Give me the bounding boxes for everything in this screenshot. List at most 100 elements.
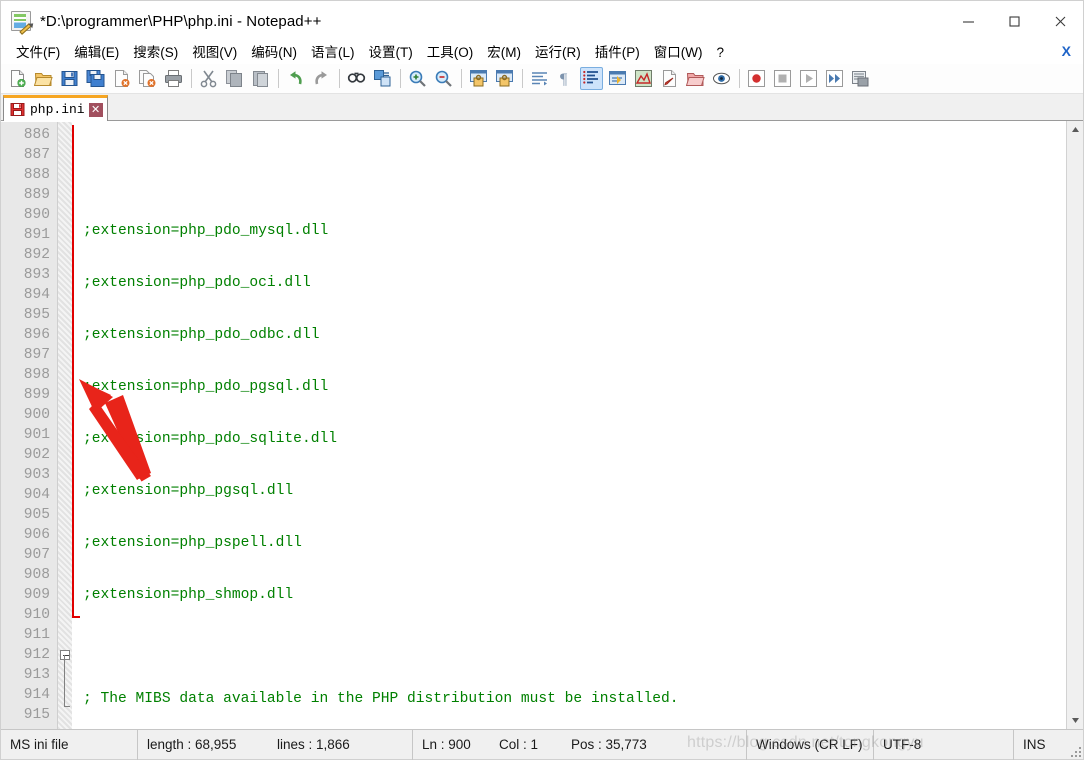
save-macro-icon[interactable] — [849, 67, 872, 90]
menu-label: 编码(N) — [251, 45, 297, 60]
toolbar-separator — [739, 69, 740, 88]
line-number: 896 — [1, 325, 57, 345]
function-list-icon[interactable] — [684, 67, 707, 90]
save-icon[interactable] — [58, 67, 81, 90]
scroll-down-icon[interactable] — [1067, 712, 1083, 729]
copy-icon[interactable] — [223, 67, 246, 90]
find-icon[interactable] — [345, 67, 368, 90]
zoom-in-icon[interactable] — [406, 67, 429, 90]
status-lines: lines : 1,866 — [268, 730, 413, 760]
close-icon[interactable] — [1037, 1, 1083, 41]
menu-item-tools[interactable]: 工具(O) — [420, 44, 481, 62]
line-number: 913 — [1, 665, 57, 685]
close-file-icon[interactable] — [110, 67, 133, 90]
toolbar: ¶ — [1, 64, 1083, 94]
close-all-documents-icon[interactable]: X — [1062, 43, 1071, 59]
menu-item-view[interactable]: 视图(V) — [185, 44, 244, 62]
fold-toggle-cli-server[interactable] — [58, 645, 72, 665]
menu-item-run[interactable]: 运行(R) — [528, 44, 588, 62]
window-title: *D:\programmer\PHP\php.ini - Notepad++ — [40, 13, 321, 30]
stop-macro-icon[interactable] — [771, 67, 794, 90]
menu-label: 窗口(W) — [654, 45, 703, 60]
status-insert-mode[interactable]: INS — [1014, 730, 1070, 760]
status-position: Pos : 35,773 — [562, 730, 747, 760]
menu-label: 宏(M) — [487, 45, 521, 60]
vertical-scrollbar[interactable] — [1066, 121, 1083, 729]
status-encoding[interactable]: UTF-8 — [874, 730, 1014, 760]
word-wrap-icon[interactable] — [528, 67, 551, 90]
line-number: 895 — [1, 305, 57, 325]
line-text: ;extension=php_pdo_pgsql.dll — [83, 379, 328, 395]
code-line: ;extension=php_pdo_sqlite.dll — [72, 429, 1066, 449]
menu-item-edit[interactable]: 编辑(E) — [67, 44, 126, 62]
document-map-icon[interactable] — [658, 67, 681, 90]
code-line: ;extension=php_pgsql.dll — [72, 481, 1066, 501]
line-text: ;extension=php_pdo_mysql.dll — [83, 223, 328, 239]
line-number: 900 — [1, 405, 57, 425]
indent-guide-icon[interactable] — [606, 67, 629, 90]
resize-grip[interactable] — [1068, 744, 1081, 757]
folder-as-workspace-icon[interactable] — [710, 67, 733, 90]
show-paragraph-icon[interactable]: ¶ — [554, 67, 577, 90]
open-file-icon[interactable] — [32, 67, 55, 90]
line-number: 892 — [1, 245, 57, 265]
code-content[interactable]: ;extension=php_pdo_mysql.dll ;extension=… — [72, 122, 1066, 729]
undo-icon[interactable] — [284, 67, 307, 90]
svg-text:¶: ¶ — [560, 71, 568, 88]
menu-label: 运行(R) — [535, 45, 581, 60]
new-file-icon[interactable] — [6, 67, 29, 90]
line-number: 899 — [1, 385, 57, 405]
maximize-icon[interactable] — [991, 1, 1037, 41]
status-eol-format[interactable]: Windows (CR LF) — [747, 730, 874, 760]
record-macro-icon[interactable] — [745, 67, 768, 90]
fold-margin[interactable] — [58, 122, 72, 729]
line-number: 897 — [1, 345, 57, 365]
line-number: 909 — [1, 585, 57, 605]
sync-horizontal-scroll-icon[interactable] — [493, 67, 516, 90]
tab-php-ini[interactable]: php.ini ✕ — [3, 95, 108, 121]
menu-item-language[interactable]: 语言(L) — [304, 44, 362, 62]
line-number: 904 — [1, 485, 57, 505]
status-bar: MS ini file length : 68,955 lines : 1,86… — [1, 729, 1083, 759]
tab-close-icon[interactable]: ✕ — [89, 103, 103, 117]
menu-item-search[interactable]: 搜索(S) — [126, 44, 185, 62]
menu-label: 语言(L) — [311, 45, 355, 60]
print-icon[interactable] — [162, 67, 185, 90]
minimize-icon[interactable] — [945, 1, 991, 41]
play-macro-icon[interactable] — [797, 67, 820, 90]
menu-label: 编辑(E) — [74, 45, 119, 60]
menu-label: 工具(O) — [427, 45, 474, 60]
replace-icon[interactable] — [371, 67, 394, 90]
menu-item-plugins[interactable]: 插件(P) — [588, 44, 647, 62]
menu-item-encoding[interactable]: 编码(N) — [244, 44, 304, 62]
menu-label: ? — [716, 45, 724, 60]
show-all-characters-icon[interactable] — [580, 67, 603, 90]
text-editor[interactable]: 886 887 888 889 890 891 892 893 894 895 … — [1, 121, 1066, 729]
paste-icon[interactable] — [249, 67, 272, 90]
scroll-up-icon[interactable] — [1067, 121, 1083, 138]
redo-icon[interactable] — [310, 67, 333, 90]
line-number-gutter: 886 887 888 889 890 891 892 893 894 895 … — [1, 122, 58, 729]
menu-item-macro[interactable]: 宏(M) — [480, 44, 528, 62]
line-number: 906 — [1, 525, 57, 545]
user-defined-language-icon[interactable] — [632, 67, 655, 90]
close-all-files-icon[interactable] — [136, 67, 159, 90]
fold-collapse-icon[interactable] — [60, 650, 70, 660]
menu-label: 搜索(S) — [133, 45, 178, 60]
window-controls — [945, 1, 1083, 41]
sync-vertical-scroll-icon[interactable] — [467, 67, 490, 90]
save-all-icon[interactable] — [84, 67, 107, 90]
menu-item-settings[interactable]: 设置(T) — [362, 44, 420, 62]
scroll-track[interactable] — [1067, 138, 1083, 712]
unsaved-floppy-icon — [10, 102, 25, 117]
cut-icon[interactable] — [197, 67, 220, 90]
line-number: 911 — [1, 625, 57, 645]
menu-item-help[interactable]: ? — [709, 44, 731, 62]
line-number: 887 — [1, 145, 57, 165]
toolbar-separator — [461, 69, 462, 88]
menu-item-file[interactable]: 文件(F) — [9, 44, 67, 62]
zoom-out-icon[interactable] — [432, 67, 455, 90]
toolbar-separator — [191, 69, 192, 88]
run-macro-multiple-icon[interactable] — [823, 67, 846, 90]
menu-item-window[interactable]: 窗口(W) — [647, 44, 710, 62]
